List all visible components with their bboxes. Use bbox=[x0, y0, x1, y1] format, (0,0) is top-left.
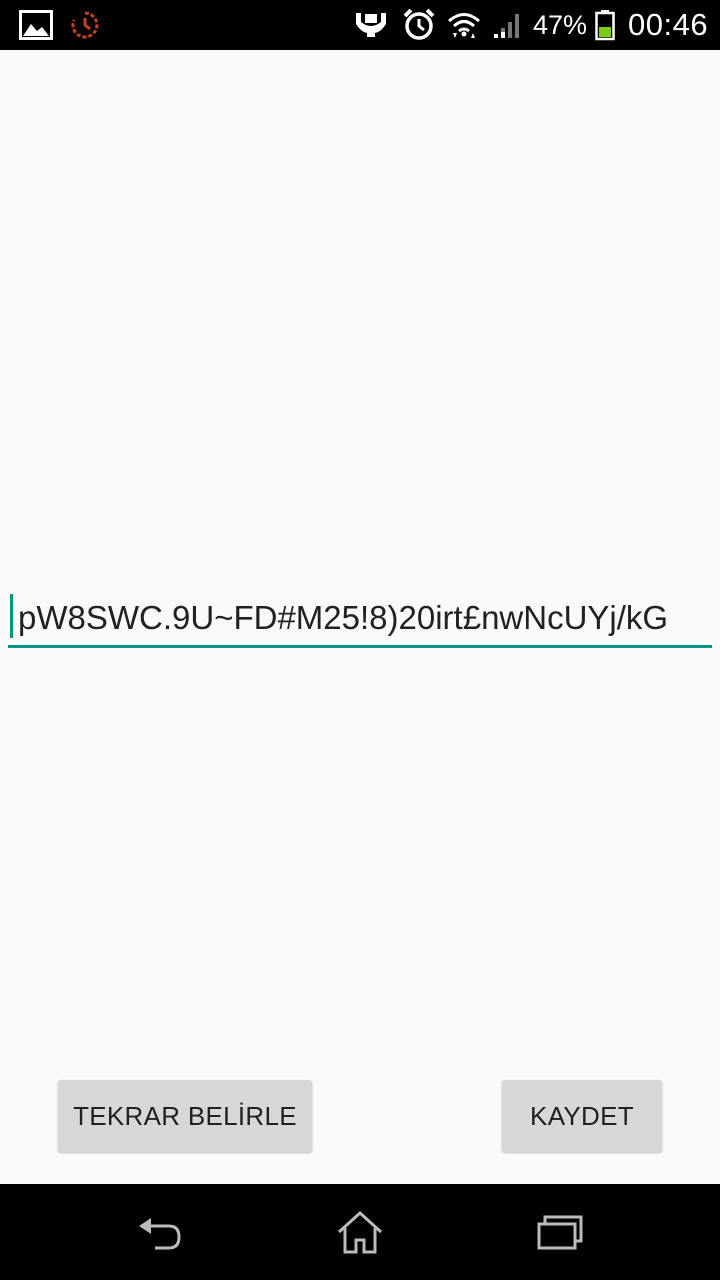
password-field[interactable]: pW8SWC.9U~FD#M25!8)20irt£nwNcUYj/kG bbox=[8, 586, 712, 648]
home-icon bbox=[337, 1210, 383, 1254]
battery-percent: 47% bbox=[533, 10, 588, 40]
recent-apps-icon bbox=[537, 1215, 583, 1250]
signal-icon bbox=[490, 0, 526, 50]
home-button[interactable] bbox=[300, 1184, 420, 1280]
password-text: pW8SWC.9U~FD#M25!8)20irt£nwNcUYj/kG bbox=[18, 599, 669, 636]
navigation-bar bbox=[0, 1184, 720, 1280]
history-icon bbox=[68, 0, 102, 50]
back-icon bbox=[139, 1218, 181, 1250]
save-button[interactable]: KAYDET bbox=[502, 1080, 662, 1152]
gallery-icon bbox=[18, 0, 54, 50]
alarm-icon bbox=[401, 0, 437, 50]
screen: 47% 00:46 pW8SWC.9U~FD#M25!8)20irt£nwNcU… bbox=[0, 0, 720, 1280]
text-cursor bbox=[10, 594, 13, 638]
recent-apps-button[interactable] bbox=[500, 1184, 620, 1280]
content-area: pW8SWC.9U~FD#M25!8)20irt£nwNcUYj/kG TEKR… bbox=[0, 50, 720, 1184]
clock: 00:46 bbox=[628, 7, 709, 42]
battery-icon bbox=[594, 0, 616, 50]
status-bar: 47% 00:46 bbox=[0, 0, 720, 50]
stamina-icon bbox=[352, 0, 390, 50]
wifi-icon bbox=[446, 0, 482, 50]
reset-button[interactable]: TEKRAR BELİRLE bbox=[58, 1080, 312, 1152]
back-button[interactable] bbox=[100, 1184, 220, 1280]
